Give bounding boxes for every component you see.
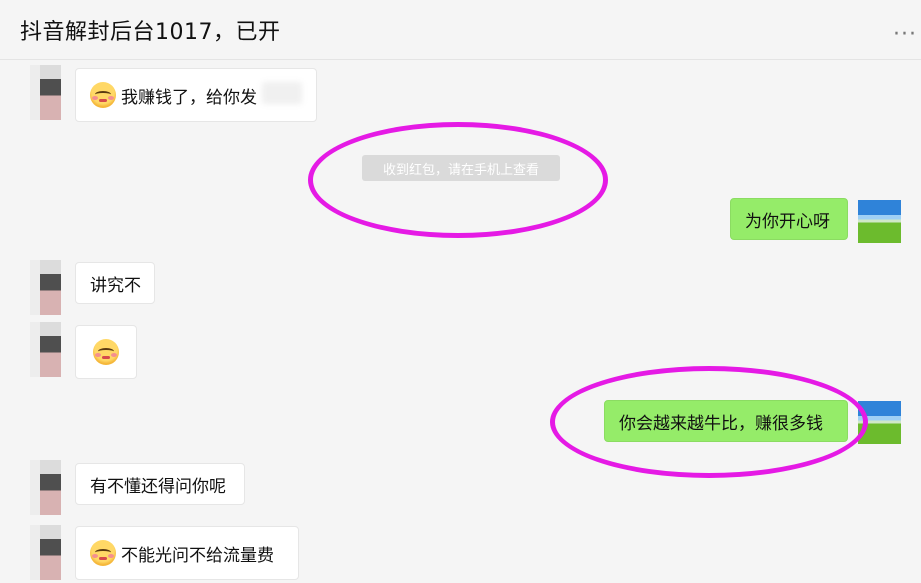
system-notice: 收到红包，请在手机上查看 (362, 155, 560, 181)
message-bubble-incoming (75, 325, 137, 379)
message-bubble-incoming: 讲究不 (75, 262, 155, 304)
contact-avatar[interactable] (40, 322, 61, 377)
message-bubble-outgoing: 你会越来越牛比，赚很多钱 (604, 400, 848, 442)
flushed-smile-emoji-icon (90, 540, 116, 566)
more-options-icon[interactable]: ··· (893, 22, 917, 47)
contact-avatar[interactable] (40, 525, 61, 580)
contact-avatar[interactable] (40, 460, 61, 515)
my-avatar[interactable] (858, 200, 901, 243)
message-bubble-incoming: 有不懂还得问你呢 (75, 463, 245, 505)
message-text: 为你开心呀 (745, 211, 830, 232)
message-text: 有不懂还得问你呢 (90, 476, 226, 497)
message-text: 讲究不 (90, 275, 141, 296)
chat-header: 抖音解封后台1017，已开 ··· (0, 0, 921, 60)
flushed-smile-emoji-icon (90, 82, 116, 108)
message-text: 你会越来越牛比，赚很多钱 (619, 413, 823, 434)
my-avatar[interactable] (858, 401, 901, 444)
message-bubble-outgoing: 为你开心呀 (730, 198, 848, 240)
contact-avatar[interactable] (40, 260, 61, 315)
chat-title: 抖音解封后台1017，已开 (20, 20, 281, 45)
flushed-smile-emoji-icon (93, 339, 119, 365)
redacted-area (262, 82, 302, 104)
message-text: 不能光问不给流量费 (121, 545, 274, 566)
message-text: 我赚钱了，给你发 (121, 87, 257, 108)
contact-avatar[interactable] (40, 65, 61, 120)
message-bubble-incoming: 不能光问不给流量费 (75, 526, 299, 580)
